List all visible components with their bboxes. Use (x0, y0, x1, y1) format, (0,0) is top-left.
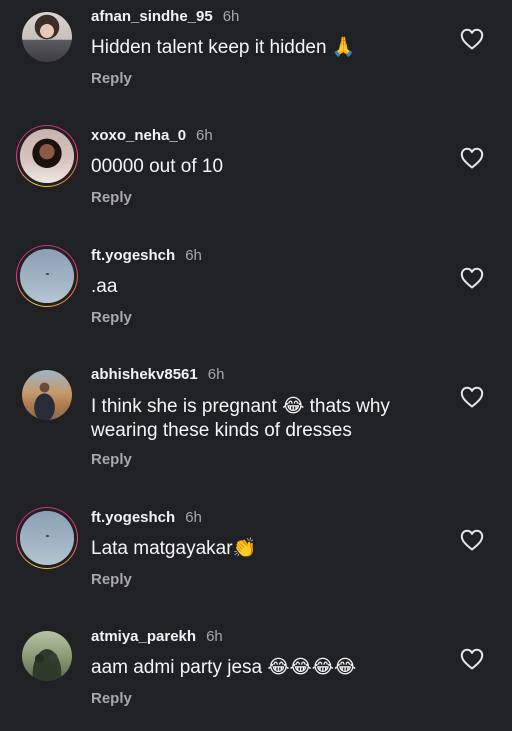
username-text[interactable]: abhishekv8561 (91, 366, 198, 383)
username-text[interactable]: xoxo_neha_0 (91, 127, 186, 144)
username-text[interactable]: ft.yogeshch (91, 247, 175, 264)
avatar-story-ring[interactable] (16, 507, 78, 569)
heart-outline-icon[interactable] (460, 386, 484, 408)
comment-time: 6h (196, 127, 213, 144)
username-text[interactable]: afnan_sindhe_95 (91, 8, 213, 25)
comment-time: 6h (206, 628, 223, 645)
comment-text: Lata matgayakar👏 (91, 538, 257, 559)
comment-time: 6h (185, 247, 202, 264)
avatar-image (22, 12, 72, 62)
comment-text: aam admi party jesa 😂😂😂😂 (91, 657, 357, 678)
heart-outline-icon[interactable] (460, 28, 484, 50)
comment-time: 6h (207, 366, 225, 383)
reply-button[interactable]: Reply (91, 571, 132, 588)
username-text[interactable]: ft.yogeshch (91, 509, 175, 526)
avatar-image (20, 249, 74, 303)
comment-time: 6h (222, 8, 240, 25)
heart-outline-icon[interactable] (460, 648, 484, 670)
avatar[interactable] (22, 12, 72, 62)
reply-button[interactable]: Reply (91, 309, 132, 326)
avatar[interactable] (22, 370, 72, 420)
comment-username[interactable]: ft.yogeshch 6h (91, 247, 202, 264)
avatar-image (22, 370, 72, 420)
comment-time: 6h (185, 509, 202, 526)
comment-text: 00000 out of 10 (91, 156, 224, 177)
avatar-story-ring[interactable] (16, 125, 78, 187)
avatar[interactable] (22, 631, 72, 681)
avatar-story-ring[interactable] (16, 245, 78, 307)
heart-outline-icon[interactable] (460, 267, 484, 289)
reply-button[interactable]: Reply (91, 70, 132, 87)
comment-username[interactable]: afnan_sindhe_95 6h (91, 8, 239, 25)
avatar-image (20, 129, 74, 183)
reply-button[interactable]: Reply (91, 189, 132, 206)
avatar-image (20, 511, 74, 565)
comment-text: Hidden talent keep it hidden 🙏 (91, 37, 356, 58)
comment-text: .aa (91, 276, 118, 297)
reply-button[interactable]: Reply (91, 451, 132, 468)
username-text[interactable]: atmiya_parekh (91, 628, 196, 645)
heart-outline-icon[interactable] (460, 529, 484, 551)
comment-username[interactable]: atmiya_parekh 6h (91, 628, 223, 645)
comment-username[interactable]: xoxo_neha_0 6h (91, 127, 213, 144)
comment-username[interactable]: abhishekv8561 6h (91, 366, 224, 383)
comment-username[interactable]: ft.yogeshch 6h (91, 509, 202, 526)
heart-outline-icon[interactable] (460, 147, 484, 169)
reply-button[interactable]: Reply (91, 690, 132, 707)
avatar-image (22, 631, 72, 681)
comment-text: I think she is pregnant 😂 thats why wear… (91, 396, 390, 441)
